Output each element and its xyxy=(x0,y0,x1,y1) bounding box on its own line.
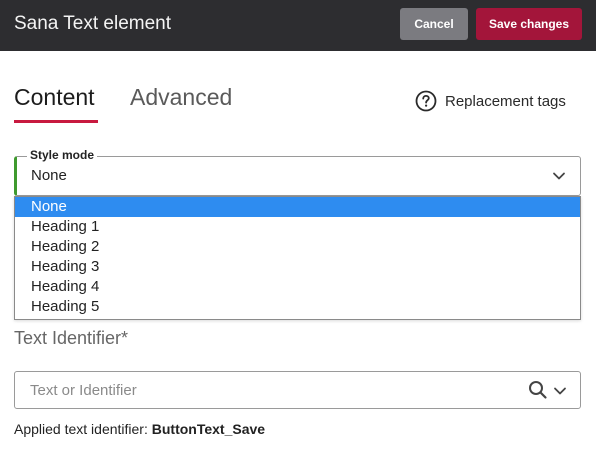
style-mode-select[interactable] xyxy=(14,156,581,196)
option-heading-4[interactable]: Heading 4 xyxy=(15,277,580,297)
style-mode-value: None xyxy=(31,167,67,184)
option-none[interactable]: None xyxy=(15,197,580,217)
applied-identifier-value: ButtonText_Save xyxy=(151,421,266,437)
text-identifier-input[interactable] xyxy=(30,380,510,400)
text-identifier-field xyxy=(14,371,581,409)
tab-advanced[interactable]: Advanced xyxy=(130,84,232,111)
save-changes-button[interactable]: Save changes xyxy=(476,8,582,40)
applied-identifier-label: Applied text identifier: xyxy=(14,421,148,437)
window-title: Sana Text element xyxy=(14,13,172,34)
style-mode-options-list: None Heading 1 Heading 2 Heading 3 Headi… xyxy=(14,196,581,320)
option-heading-1[interactable]: Heading 1 xyxy=(15,217,580,237)
cancel-button[interactable]: Cancel xyxy=(400,8,468,40)
option-heading-2[interactable]: Heading 2 xyxy=(15,237,580,257)
option-heading-5[interactable]: Heading 5 xyxy=(15,297,580,317)
chevron-down-icon[interactable] xyxy=(551,168,567,184)
search-icon[interactable] xyxy=(528,380,548,400)
applied-text-identifier: Applied text identifier: ButtonText_Save xyxy=(14,421,265,437)
style-mode-label: Style mode xyxy=(27,148,98,162)
title-bar: Sana Text element Cancel Save changes xyxy=(0,0,596,51)
tab-content[interactable]: Content xyxy=(14,84,95,111)
option-heading-3[interactable]: Heading 3 xyxy=(15,257,580,277)
chevron-down-icon[interactable] xyxy=(552,383,568,399)
active-tab-indicator xyxy=(14,120,98,123)
text-identifier-label: Text Identifier* xyxy=(14,328,129,348)
help-circle-icon xyxy=(415,90,437,112)
replacement-tags-link[interactable]: Replacement tags xyxy=(415,89,566,113)
replacement-tags-label: Replacement tags xyxy=(445,92,566,110)
